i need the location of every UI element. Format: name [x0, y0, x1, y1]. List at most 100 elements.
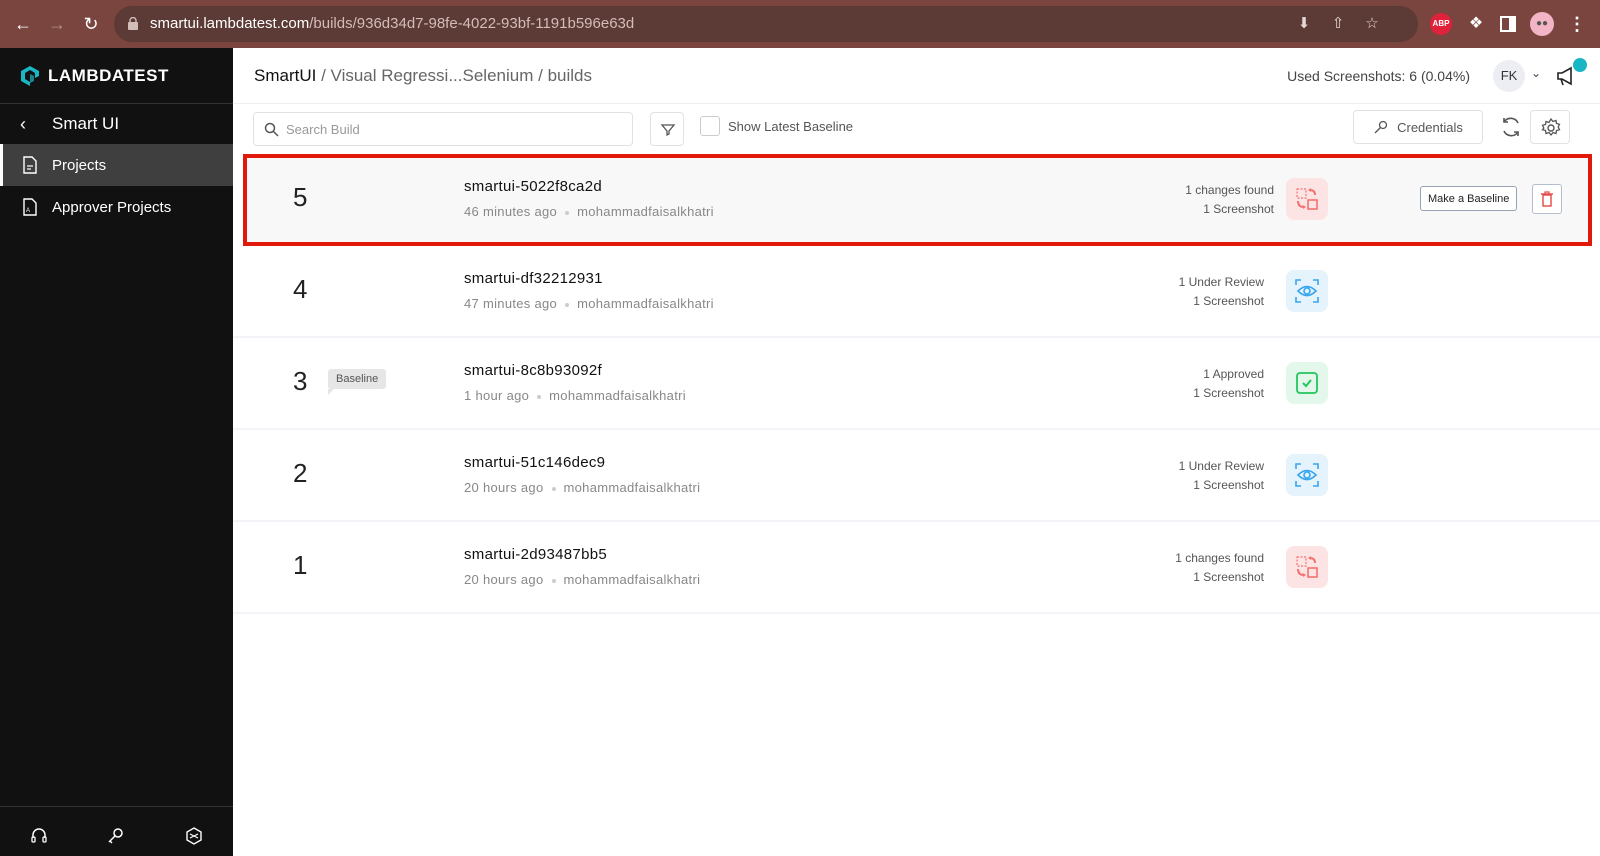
search-build-input[interactable]	[286, 113, 626, 145]
changes-found-icon	[1286, 178, 1328, 220]
build-row[interactable]: 4 smartui-df32212931 47 minutes ago moham…	[233, 246, 1600, 338]
status-text: 1 Under Review	[1178, 459, 1264, 473]
separator-dot	[551, 578, 556, 583]
notification-dot	[1573, 58, 1587, 72]
key-icon	[1374, 120, 1388, 134]
headset-icon[interactable]	[29, 826, 49, 846]
build-name[interactable]: smartui-51c146dec9	[464, 454, 605, 471]
show-latest-baseline-checkbox[interactable]	[700, 116, 720, 136]
build-name[interactable]: smartui-2d93487bb5	[464, 546, 607, 563]
back-button[interactable]: ←	[11, 12, 35, 36]
status-text: 1 changes found	[1175, 551, 1264, 565]
separator-dot	[565, 302, 570, 307]
build-number: 3	[293, 366, 308, 396]
url-path: /builds/936d34d7-98fe-4022-93bf-1191b596…	[309, 15, 635, 32]
build-time: 46 minutes ago	[464, 204, 558, 219]
forward-button[interactable]: →	[45, 12, 69, 36]
make-baseline-button[interactable]: Make a Baseline	[1420, 186, 1518, 211]
adblock-extension-icon[interactable]: ABP	[1430, 13, 1452, 35]
build-number: 2	[293, 458, 308, 488]
build-status: 1 changes found 1 Screenshot	[1185, 181, 1274, 219]
build-row[interactable]: 1 smartui-2d93487bb5 20 hours ago mohamma…	[233, 522, 1600, 614]
breadcrumb-smartui[interactable]: SmartUI	[254, 66, 316, 85]
gear-icon	[1541, 117, 1561, 137]
build-row[interactable]: 3 Baseline smartui-8c8b93092f 1 hour ago…	[233, 338, 1600, 430]
delete-build-button[interactable]	[1532, 184, 1562, 214]
sidebar-item-label: Approver Projects	[52, 198, 172, 216]
show-latest-baseline-toggle[interactable]: Show Latest Baseline	[700, 116, 853, 136]
brand-name: LAMBDATEST	[48, 66, 169, 85]
lambdatest-logo[interactable]: LAMBDATEST	[18, 62, 169, 90]
chevron-left-icon: ‹	[20, 113, 26, 134]
used-screenshots-counter: Used Screenshots: 6 (0.04%)	[1287, 68, 1470, 84]
screenshot-count: 1 Screenshot	[1193, 478, 1264, 492]
credentials-button[interactable]: Credentials	[1353, 110, 1483, 144]
build-row[interactable]: 5 smartui-5022f8ca2d 46 minutes ago moham…	[243, 154, 1592, 246]
reload-button[interactable]: ↻	[79, 12, 103, 36]
build-time: 20 hours ago	[464, 480, 544, 495]
build-number: 5	[293, 182, 308, 212]
sidebar-item-label: Projects	[52, 156, 107, 174]
search-icon	[264, 122, 279, 137]
screenshot-count: 1 Screenshot	[1193, 570, 1264, 584]
build-name[interactable]: smartui-5022f8ca2d	[464, 178, 602, 195]
status-text: 1 changes found	[1185, 183, 1274, 197]
browser-menu-icon[interactable]: ⋮	[1568, 13, 1586, 35]
refresh-icon[interactable]	[1498, 114, 1524, 140]
lambdatest-logo-icon	[21, 66, 39, 86]
breadcrumb-separator: /	[321, 66, 331, 85]
address-bar[interactable]: smartui.lambdatest.com/builds/936d34d7-9…	[114, 6, 1418, 42]
sidebar-section-title: Smart UI	[52, 114, 120, 133]
build-status: 1 Under Review 1 Screenshot	[1179, 457, 1264, 495]
chevron-down-icon[interactable]: ⌄	[1531, 66, 1541, 80]
breadcrumb: SmartUI / Visual Regressi...Selenium / b…	[254, 66, 592, 86]
approved-check-icon	[1286, 362, 1328, 404]
status-text: 1 Approved	[1203, 367, 1264, 381]
integrations-icon[interactable]	[184, 826, 204, 846]
build-meta: 20 hours ago mohammadfaisalkhatri	[464, 572, 700, 587]
builds-list: 5 smartui-5022f8ca2d 46 minutes ago moham…	[233, 154, 1600, 614]
credentials-label: Credentials	[1397, 119, 1463, 135]
build-time: 1 hour ago	[464, 388, 530, 403]
separator-dot	[551, 486, 556, 491]
document-icon	[23, 156, 37, 174]
build-row[interactable]: 2 smartui-51c146dec9 20 hours ago mohamma…	[233, 430, 1600, 522]
search-build-field[interactable]	[253, 112, 633, 146]
user-avatar[interactable]: FK	[1493, 60, 1525, 92]
filter-button[interactable]	[650, 112, 684, 146]
side-panel-icon[interactable]	[1500, 16, 1516, 32]
sidebar-item-projects[interactable]: Projects	[0, 144, 233, 186]
build-number: 4	[293, 274, 308, 304]
install-app-icon[interactable]: ⬇	[1294, 14, 1314, 34]
sidebar-back-smart-ui[interactable]: ‹ Smart UI	[0, 104, 233, 144]
bookmark-star-icon[interactable]: ☆	[1362, 14, 1382, 34]
build-name[interactable]: smartui-8c8b93092f	[464, 362, 602, 379]
breadcrumb-project[interactable]: Visual Regressi...Selenium	[331, 66, 534, 85]
screenshot-count: 1 Screenshot	[1203, 202, 1274, 216]
build-user: mohammadfaisalkhatri	[563, 572, 701, 587]
sidebar: LAMBDATEST ‹ Smart UI Projects A Approve…	[0, 48, 233, 856]
extensions-puzzle-icon[interactable]: ❖	[1465, 13, 1487, 35]
changes-found-icon	[1286, 546, 1328, 588]
separator-dot	[565, 210, 570, 215]
build-meta: 47 minutes ago mohammadfaisalkhatri	[464, 296, 714, 311]
sidebar-item-approver-projects[interactable]: A Approver Projects	[0, 186, 233, 228]
breadcrumb-builds: builds	[547, 66, 592, 85]
under-review-eye-icon	[1286, 270, 1328, 312]
build-meta: 1 hour ago mohammadfaisalkhatri	[464, 388, 686, 403]
page-header: SmartUI / Visual Regressi...Selenium / b…	[233, 48, 1600, 104]
build-name[interactable]: smartui-df32212931	[464, 270, 603, 287]
share-icon[interactable]: ⇧	[1328, 14, 1348, 34]
builds-toolbar: Show Latest Baseline Credentials	[233, 104, 1600, 154]
build-number: 1	[293, 550, 308, 580]
separator-dot	[537, 394, 542, 399]
profile-avatar-icon[interactable]: ●●	[1530, 12, 1554, 36]
show-latest-baseline-label: Show Latest Baseline	[728, 118, 854, 134]
build-meta: 20 hours ago mohammadfaisalkhatri	[464, 480, 700, 495]
key-icon[interactable]	[106, 826, 126, 846]
build-status: 1 changes found 1 Screenshot	[1175, 549, 1264, 587]
build-user: mohammadfaisalkhatri	[577, 296, 714, 311]
url-text: smartui.lambdatest.com/builds/936d34d7-9…	[150, 15, 634, 32]
settings-button[interactable]	[1530, 110, 1570, 144]
lock-icon	[128, 17, 138, 30]
